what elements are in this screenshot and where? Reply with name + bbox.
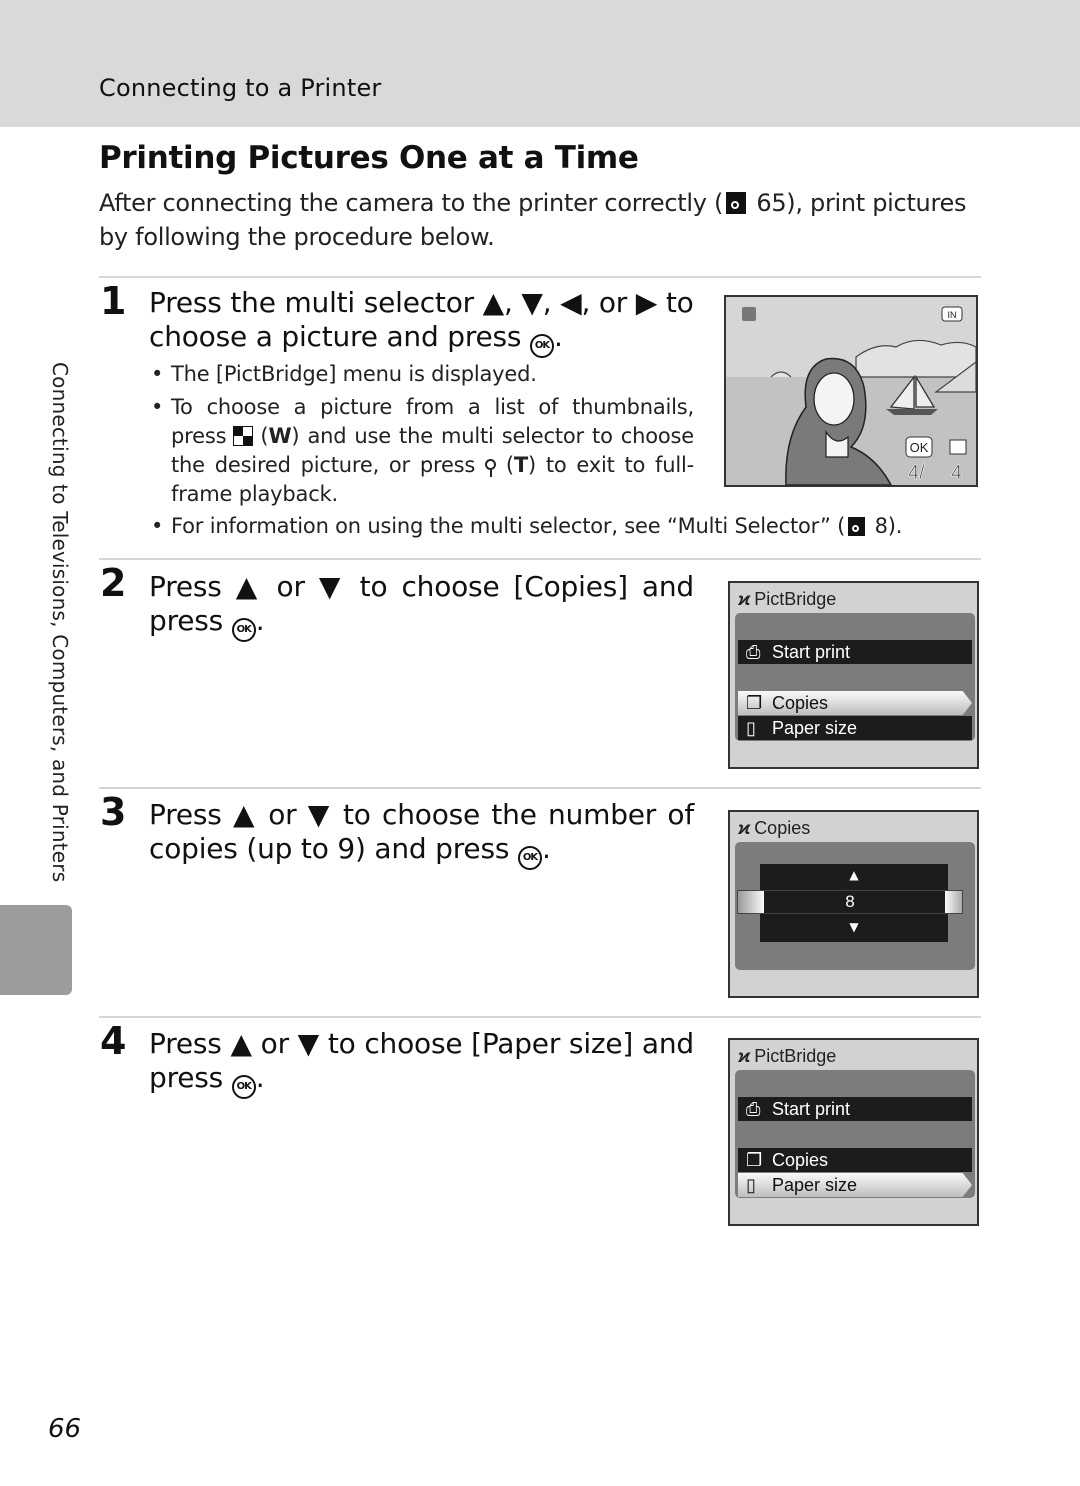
reference-icon [848, 517, 866, 536]
pictbridge-menu-screen: ϰ PictBridge ⎙ Start print ❐ Copies ▯ Paper … [728, 1038, 979, 1226]
page-number: 66 [48, 1414, 82, 1444]
ok-button-icon: OK [530, 334, 555, 358]
pictbridge-menu-screen: ϰ PictBridge ⎙ Start print ❐ Copies ▯ Paper … [728, 581, 979, 769]
frame-total: 4 [951, 462, 962, 484]
page-title: Printing Pictures One at a Time [99, 140, 639, 176]
menu-panel: ⎙ Start print ❐ Copies ▯ Paper size [735, 1070, 975, 1198]
divider [99, 787, 981, 789]
step-number: 2 [100, 561, 127, 605]
bullet-item: To choose a picture from a list of thumb… [149, 393, 694, 509]
menu-item-start-print[interactable]: ⎙ Start print [738, 1097, 972, 1121]
divider [99, 276, 981, 278]
ok-button-icon: OK [231, 618, 256, 642]
reference-icon [726, 192, 747, 214]
ok-button-icon: OK [517, 846, 542, 870]
intro-paragraph: After connecting the camera to the print… [99, 189, 967, 251]
copies-icon: ❐ [746, 693, 763, 713]
step-number: 3 [100, 790, 127, 834]
chapter-tab [0, 905, 72, 995]
step-instruction: Press the multi selector ▲, ▼, ◀, or ▶ t… [149, 286, 699, 358]
copies-panel: ▲ ▼ 8 [735, 842, 975, 970]
playback-screen: IN OK 4/ 4 [724, 295, 978, 487]
menu-item-paper-size[interactable]: ▯ Paper size [738, 716, 972, 740]
copies-value-bar: 8 [737, 890, 963, 914]
divider [99, 558, 981, 560]
divider [99, 1016, 981, 1018]
ok-button-icon: OK [231, 1075, 256, 1099]
playback-photo: IN OK 4/ 4 [726, 297, 976, 485]
memory-indicator: IN [948, 310, 957, 320]
pictbridge-icon: ϰ [738, 589, 751, 609]
paper-icon: ▯ [746, 1175, 756, 1195]
printer-icon: ⎙ [746, 642, 761, 662]
chapter-side-label: Connecting to Televisions, Computers, an… [48, 362, 72, 883]
pictbridge-icon: ϰ [738, 1046, 751, 1066]
menu-item-copies[interactable]: ❐ Copies [738, 691, 972, 715]
bar-cap-right [945, 891, 962, 913]
copies-screen: ϰ Copies ▲ ▼ 8 [728, 810, 979, 998]
thumbnail-icon [233, 426, 254, 446]
step-instruction: Press ▲ or ▼ to choose the number of cop… [149, 798, 694, 870]
step-instruction: Press ▲ or ▼ to choose [Copies] and pres… [149, 570, 694, 642]
step-number: 1 [100, 279, 127, 323]
frame-counter: 4/ [908, 462, 925, 484]
bullet-item: The [PictBridge] menu is displayed. [149, 360, 694, 389]
screen-title: ϰ Copies [738, 818, 811, 838]
printer-icon: ⎙ [746, 1099, 761, 1119]
zoom-icon [485, 459, 497, 477]
header-band [0, 0, 1080, 127]
step-number: 4 [100, 1019, 127, 1063]
paper-icon: ▯ [746, 718, 756, 738]
step-instruction: Press ▲ or ▼ to choose [Paper size] and … [149, 1027, 694, 1099]
copies-icon: ❐ [746, 1150, 763, 1170]
ok-indicator: OK [910, 440, 929, 455]
decrement-arrow-icon[interactable]: ▼ [760, 920, 948, 934]
bullet-item: For information on using the multi selec… [149, 512, 971, 541]
menu-item-start-print[interactable]: ⎙ Start print [738, 640, 972, 664]
menu-panel: ⎙ Start print ❐ Copies ▯ Paper size [735, 613, 975, 741]
step-bullets: The [PictBridge] menu is displayed. To c… [149, 360, 694, 513]
section-title: Connecting to a Printer [99, 74, 382, 102]
pictbridge-icon: ϰ [738, 818, 751, 838]
menu-item-paper-size[interactable]: ▯ Paper size [738, 1173, 972, 1197]
increment-arrow-icon[interactable]: ▲ [760, 868, 948, 882]
menu-item-copies[interactable]: ❐ Copies [738, 1148, 972, 1172]
copies-value: 8 [845, 892, 855, 911]
screen-title: ϰ PictBridge [738, 589, 837, 609]
screen-title: ϰ PictBridge [738, 1046, 837, 1066]
